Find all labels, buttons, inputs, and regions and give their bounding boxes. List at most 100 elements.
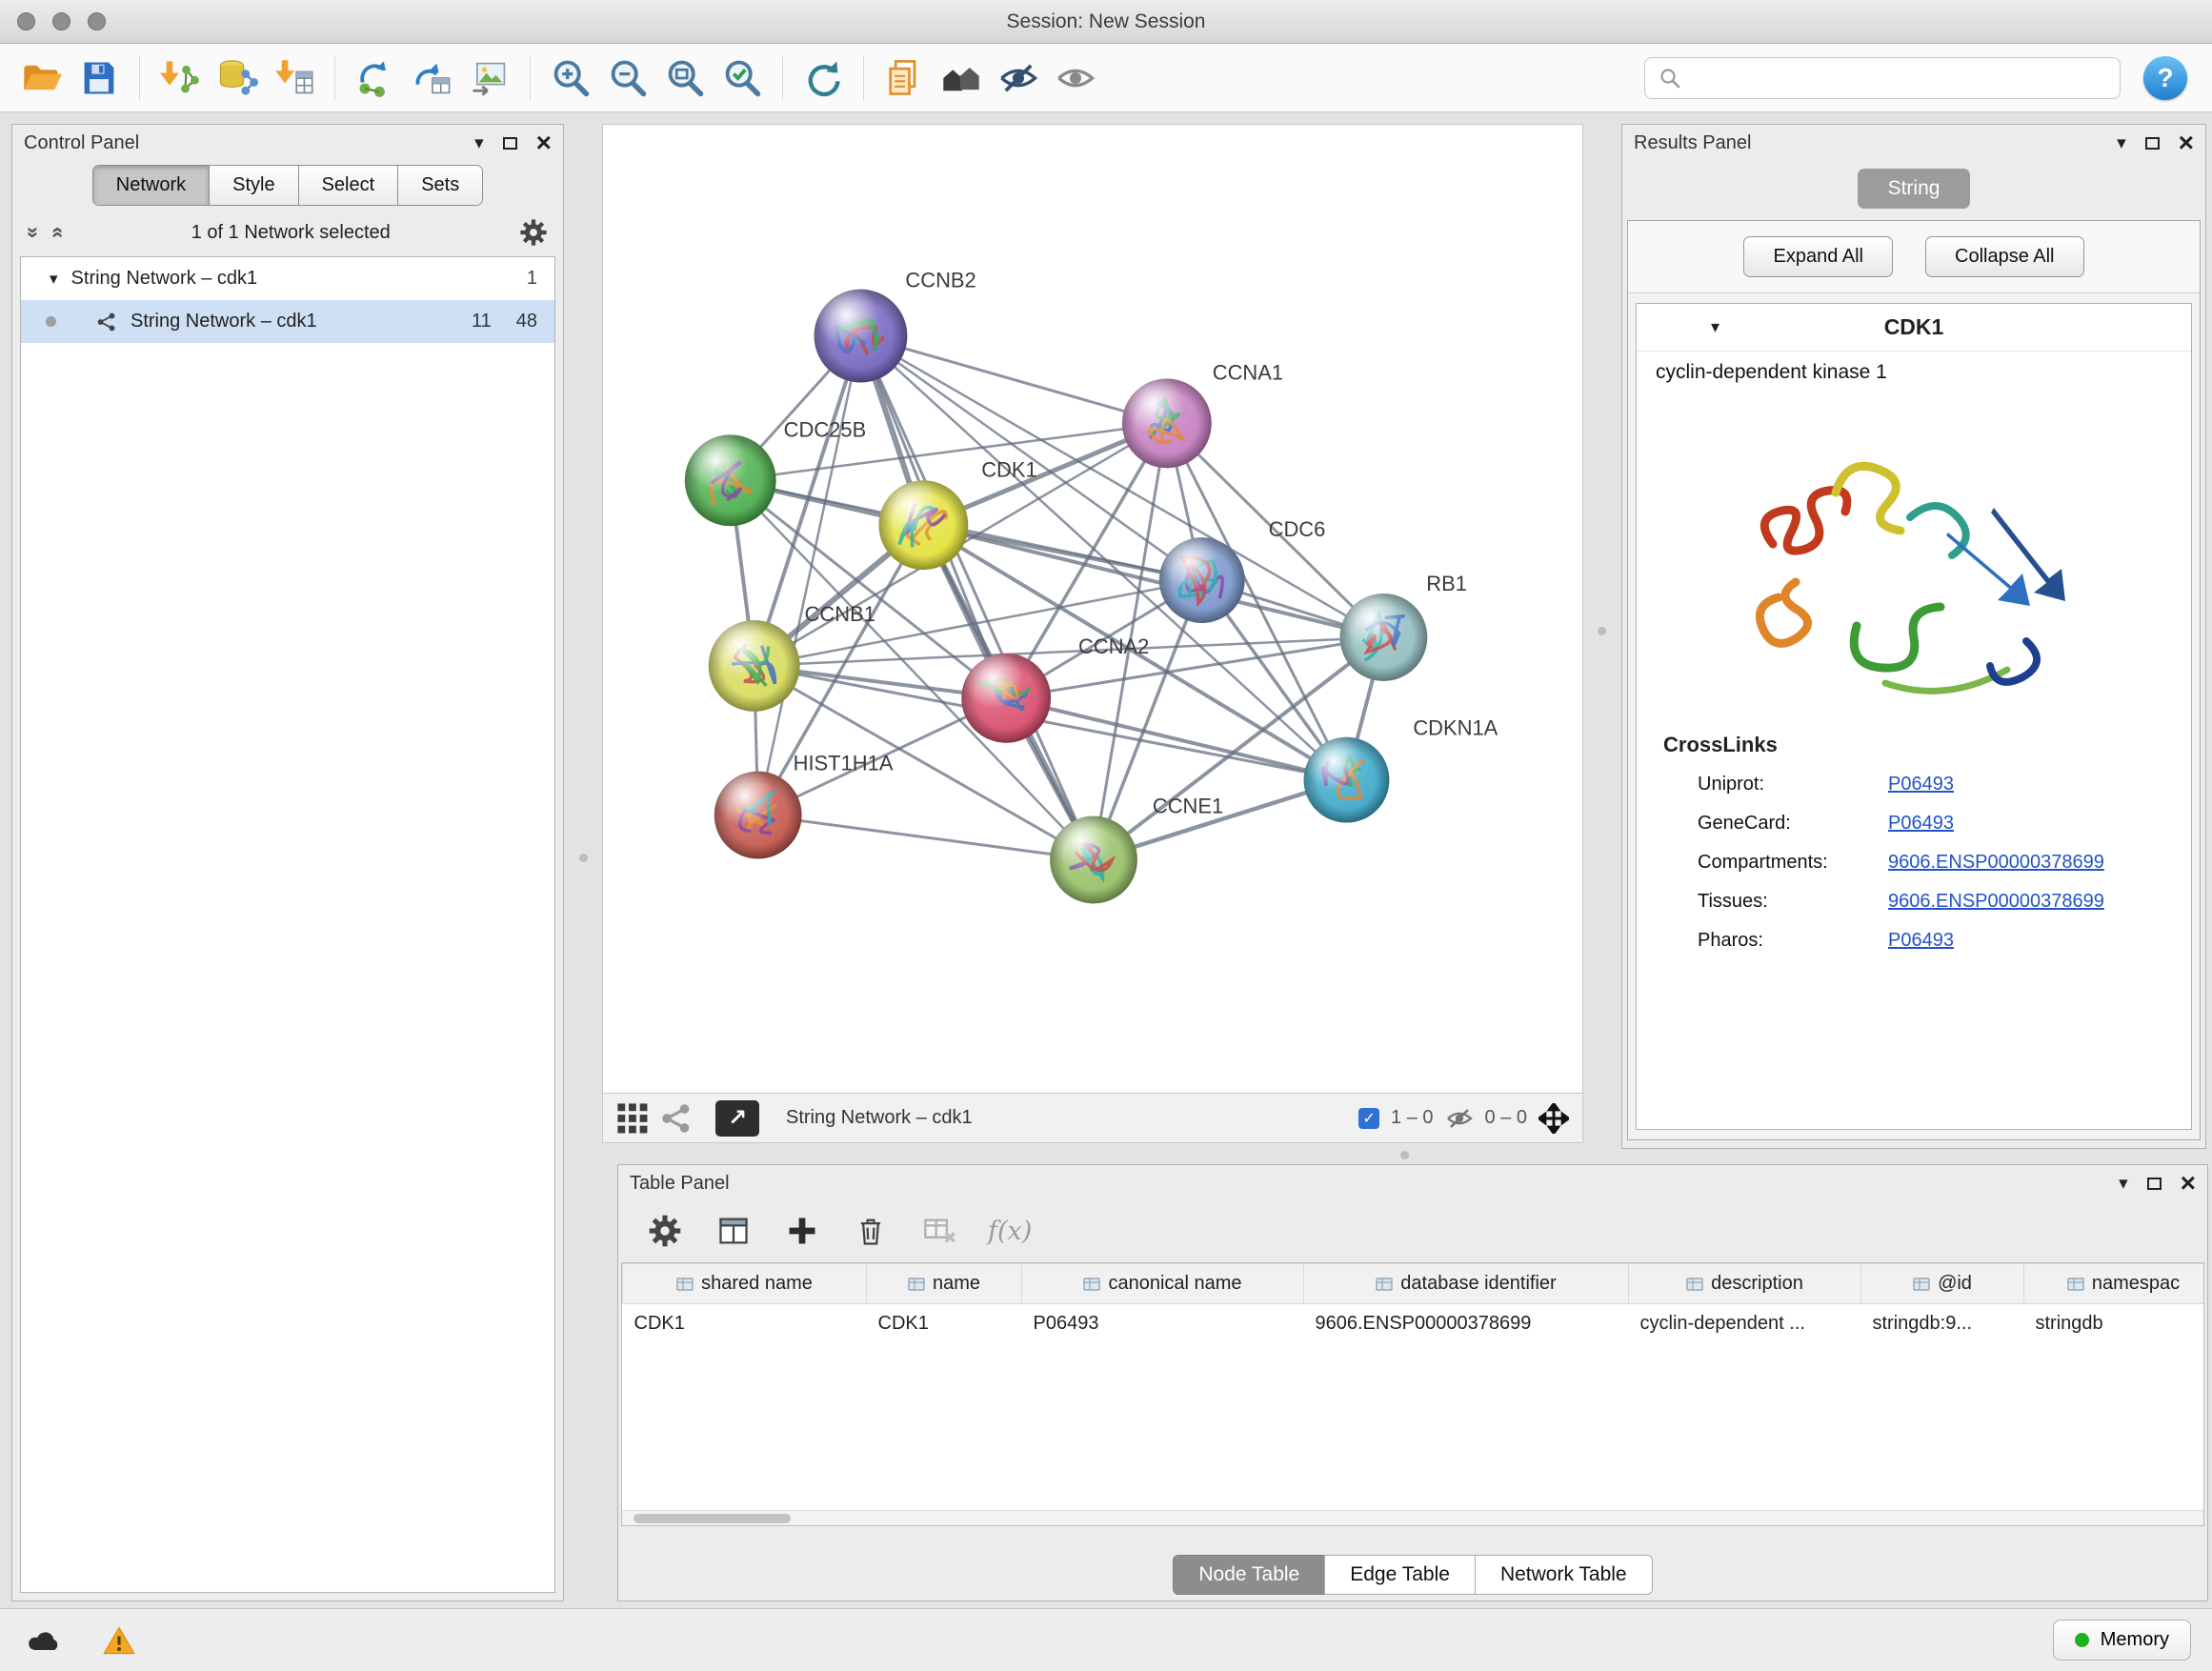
save-session-button[interactable] bbox=[70, 49, 128, 108]
network-node-CCNB2[interactable]: CCNB2 bbox=[814, 269, 976, 383]
birdseye-view-button[interactable]: ↗ bbox=[715, 1100, 759, 1137]
network-node-CCNA1[interactable]: CCNA1 bbox=[1122, 360, 1283, 468]
column-header[interactable]: name bbox=[867, 1264, 1022, 1304]
tab-style[interactable]: Style bbox=[210, 166, 298, 205]
table-cell[interactable]: stringdb:9... bbox=[1861, 1304, 2024, 1344]
help-button[interactable]: ? bbox=[2143, 56, 2187, 100]
scrollbar-thumb[interactable] bbox=[633, 1514, 791, 1523]
crosslink-link[interactable]: 9606.ENSP00000378699 bbox=[1888, 891, 2104, 913]
hide-details-button[interactable] bbox=[990, 49, 1047, 108]
table-cell[interactable]: stringdb bbox=[2024, 1304, 2205, 1344]
tree-expanded-icon[interactable]: ▾ bbox=[50, 270, 58, 289]
crosslink-link[interactable]: P06493 bbox=[1888, 774, 1954, 795]
collapse-panel-icon[interactable]: ▾ bbox=[2117, 134, 2126, 152]
hidden-eye-slash-icon[interactable] bbox=[1445, 1104, 1474, 1133]
float-panel-icon[interactable] bbox=[503, 137, 517, 150]
column-header[interactable]: database identifier bbox=[1304, 1264, 1629, 1304]
memory-button[interactable]: Memory bbox=[2053, 1620, 2191, 1661]
network-row-selected[interactable]: String Network – cdk1 11 48 bbox=[21, 300, 554, 343]
gene-card-header[interactable]: ▾ CDK1 bbox=[1637, 304, 2191, 352]
delete-column-button[interactable] bbox=[851, 1211, 891, 1251]
network-node-CCNE1[interactable]: CCNE1 bbox=[1050, 795, 1223, 904]
splitter-handle[interactable] bbox=[1400, 1151, 1409, 1159]
tab-network[interactable]: Network bbox=[93, 166, 210, 205]
close-panel-icon[interactable]: × bbox=[2179, 130, 2194, 156]
expand-all-button[interactable]: Expand All bbox=[1743, 236, 1893, 277]
column-header[interactable]: shared name bbox=[623, 1264, 867, 1304]
collapse-panel-icon[interactable]: ▾ bbox=[474, 134, 484, 152]
column-header[interactable]: description bbox=[1629, 1264, 1861, 1304]
float-panel-icon[interactable] bbox=[2147, 1178, 2162, 1190]
table-cell[interactable]: CDK1 bbox=[867, 1304, 1022, 1344]
show-details-button[interactable] bbox=[1047, 49, 1104, 108]
network-options-gear-icon[interactable] bbox=[519, 218, 548, 247]
crosslink-link[interactable]: P06493 bbox=[1888, 930, 1954, 952]
import-table-button[interactable] bbox=[266, 49, 323, 108]
search-box[interactable] bbox=[1644, 57, 2121, 99]
refresh-layout-button[interactable] bbox=[794, 49, 852, 108]
open-session-button[interactable] bbox=[13, 49, 70, 108]
network-edge[interactable] bbox=[758, 336, 861, 815]
table-cell[interactable]: P06493 bbox=[1022, 1304, 1304, 1344]
column-header[interactable]: namespac bbox=[2024, 1264, 2205, 1304]
import-network-database-button[interactable] bbox=[209, 49, 266, 108]
network-node-CDKN1A[interactable]: CDKN1A bbox=[1304, 716, 1498, 823]
zoom-out-button[interactable] bbox=[599, 49, 656, 108]
string-home-button[interactable] bbox=[933, 49, 990, 108]
table-cell[interactable]: 9606.ENSP00000378699 bbox=[1304, 1304, 1629, 1344]
collapse-panel-icon[interactable]: ▾ bbox=[2119, 1175, 2128, 1193]
search-input[interactable] bbox=[1691, 67, 2106, 89]
cloud-status-button[interactable] bbox=[21, 1621, 69, 1661]
expand-all-icon[interactable]: » bbox=[44, 227, 69, 238]
collapse-all-button[interactable]: Collapse All bbox=[1925, 236, 2084, 277]
grid-view-button[interactable] bbox=[616, 1102, 649, 1135]
import-network-file-button[interactable] bbox=[151, 49, 209, 108]
tab-node-table[interactable]: Node Table bbox=[1173, 1555, 1325, 1595]
network-canvas[interactable]: CCNB2CCNA1CDC25BCDK1CDC6RB1CCNB1CCNA2CDK… bbox=[603, 125, 1582, 1093]
create-network-with-table-button[interactable] bbox=[404, 49, 461, 108]
table-cell[interactable]: CDK1 bbox=[623, 1304, 867, 1344]
network-edge[interactable] bbox=[860, 336, 1094, 860]
network-edge[interactable] bbox=[860, 336, 1166, 424]
network-edge[interactable] bbox=[758, 815, 1094, 860]
network-list-button[interactable] bbox=[660, 1102, 693, 1135]
float-panel-icon[interactable] bbox=[2145, 137, 2160, 150]
table-cell[interactable]: cyclin-dependent ... bbox=[1629, 1304, 1861, 1344]
zoom-fit-button[interactable] bbox=[656, 49, 714, 108]
selected-checkbox-icon[interactable]: ✓ bbox=[1358, 1108, 1379, 1129]
horizontal-scrollbar[interactable] bbox=[622, 1510, 2203, 1525]
duplicate-network-button[interactable] bbox=[875, 49, 933, 108]
close-panel-icon[interactable]: × bbox=[536, 130, 552, 156]
splitter-handle[interactable] bbox=[1598, 627, 1606, 635]
crosslink-link[interactable]: 9606.ENSP00000378699 bbox=[1888, 852, 2104, 874]
zoom-in-button[interactable] bbox=[542, 49, 599, 108]
export-image-button[interactable] bbox=[461, 49, 518, 108]
create-column-button[interactable] bbox=[782, 1211, 822, 1251]
network-node-CDC6[interactable]: CDC6 bbox=[1159, 517, 1326, 623]
tab-network-table[interactable]: Network Table bbox=[1475, 1555, 1653, 1595]
tab-edge-table[interactable]: Edge Table bbox=[1324, 1555, 1476, 1595]
network-node-CCNB1[interactable]: CCNB1 bbox=[709, 602, 875, 712]
collapse-all-icon[interactable]: » bbox=[21, 227, 46, 238]
show-columns-button[interactable] bbox=[714, 1211, 754, 1251]
function-builder-button[interactable]: f(x) bbox=[988, 1217, 1032, 1246]
close-panel-icon[interactable]: × bbox=[2181, 1170, 2196, 1197]
tab-select[interactable]: Select bbox=[299, 166, 399, 205]
network-collection-row[interactable]: ▾ String Network – cdk1 1 bbox=[21, 257, 554, 300]
column-header[interactable]: @id bbox=[1861, 1264, 2024, 1304]
results-tab-string[interactable]: String bbox=[1858, 169, 1970, 209]
zoom-selected-button[interactable] bbox=[714, 49, 771, 108]
warnings-button[interactable] bbox=[95, 1621, 143, 1661]
tab-sets[interactable]: Sets bbox=[398, 166, 482, 205]
create-network-from-selection-button[interactable] bbox=[347, 49, 404, 108]
splitter-handle[interactable] bbox=[579, 854, 588, 862]
network-node-CDC25B[interactable]: CDC25B bbox=[685, 417, 866, 526]
table-row[interactable]: CDK1 CDK1 P06493 9606.ENSP00000378699 cy… bbox=[623, 1304, 2205, 1344]
section-expanded-icon[interactable]: ▾ bbox=[1711, 317, 1719, 337]
fit-content-crosshair-icon[interactable] bbox=[1538, 1103, 1569, 1134]
network-node-HIST1H1A[interactable]: HIST1H1A bbox=[714, 752, 894, 859]
crosslink-link[interactable]: P06493 bbox=[1888, 813, 1954, 835]
network-node-RB1[interactable]: RB1 bbox=[1339, 572, 1467, 681]
column-header[interactable]: canonical name bbox=[1022, 1264, 1304, 1304]
table-options-button[interactable] bbox=[645, 1211, 685, 1251]
